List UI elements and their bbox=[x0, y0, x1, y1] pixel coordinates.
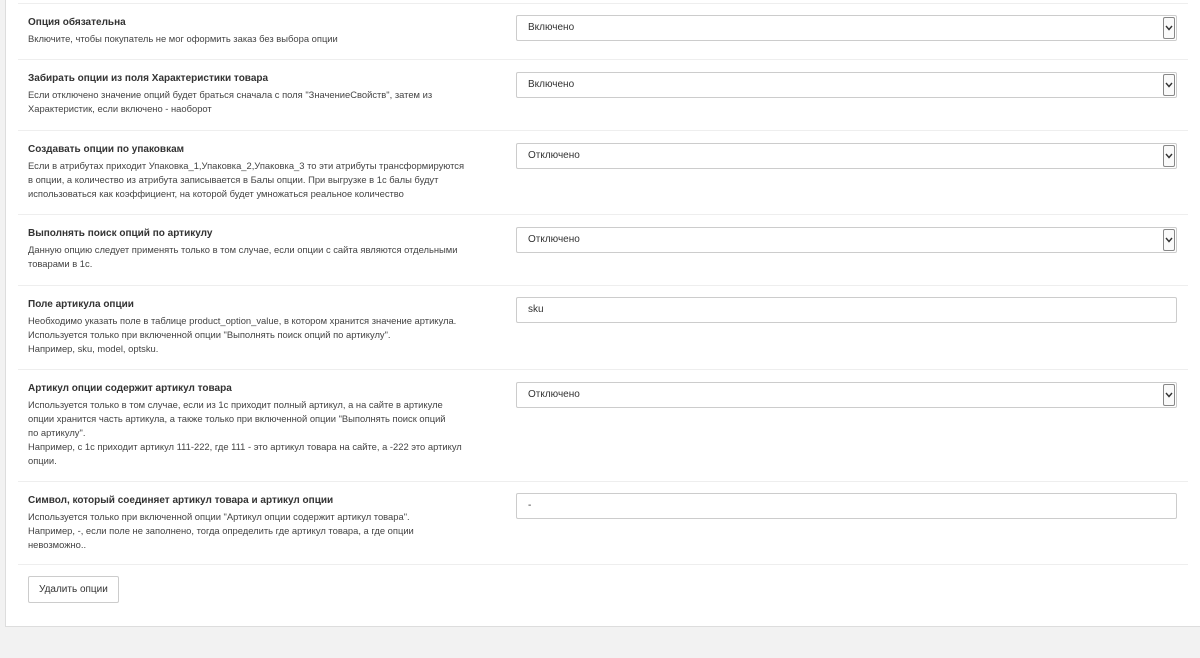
select-value: Включено bbox=[528, 22, 575, 33]
setting-title: Выполнять поиск опций по артикулу bbox=[28, 228, 213, 239]
select-value: Отключено bbox=[528, 234, 580, 245]
setting-label: Создавать опции по упаковкам Если в атри… bbox=[28, 143, 498, 201]
setting-help: Если отключено значение опций будет брат… bbox=[28, 89, 433, 114]
select-value: Отключено bbox=[528, 389, 580, 400]
setting-title: Поле артикула опции bbox=[28, 299, 134, 310]
settings-panel: Опция обязательна Включите, чтобы покупа… bbox=[5, 0, 1200, 627]
chevron-down-icon[interactable] bbox=[1163, 17, 1175, 39]
chevron-down-icon[interactable] bbox=[1163, 384, 1175, 406]
setting-row-sku-separator: Символ, который соединяет артикул товара… bbox=[18, 481, 1188, 565]
select-value: Отключено bbox=[528, 150, 580, 161]
sku-separator-input[interactable]: - bbox=[516, 493, 1177, 519]
setting-label: Артикул опции содержит артикул товара Ис… bbox=[28, 382, 498, 468]
divider bbox=[18, 564, 1188, 565]
setting-label: Опция обязательна Включите, чтобы покупа… bbox=[28, 16, 498, 46]
packaging-options-select[interactable]: Отключено bbox=[516, 143, 1177, 169]
setting-help: Если в атрибутах приходит Упаковка_1,Упа… bbox=[28, 160, 465, 199]
setting-help: Используется только в том случае, если и… bbox=[28, 399, 462, 466]
characteristics-source-select[interactable]: Включено bbox=[516, 72, 1177, 98]
setting-title: Символ, который соединяет артикул товара… bbox=[28, 495, 334, 506]
setting-label: Забирать опции из поля Характеристики то… bbox=[28, 72, 498, 116]
setting-row-sku-field: Поле артикула опции Необходимо указать п… bbox=[18, 285, 1188, 370]
option-required-select[interactable]: Включено bbox=[516, 15, 1177, 41]
setting-title: Забирать опции из поля Характеристики то… bbox=[28, 73, 269, 84]
select-value: Включено bbox=[528, 79, 575, 90]
setting-row-characteristics: Забирать опции из поля Характеристики то… bbox=[18, 59, 1188, 131]
setting-title: Опция обязательна bbox=[28, 17, 126, 28]
setting-row-sku-search: Выполнять поиск опций по артикулу Данную… bbox=[18, 214, 1188, 286]
sku-contains-product-sku-select[interactable]: Отключено bbox=[516, 382, 1177, 408]
setting-title: Создавать опции по упаковкам bbox=[28, 144, 185, 155]
setting-row-packaging: Создавать опции по упаковкам Если в атри… bbox=[18, 130, 1188, 215]
sku-field-input[interactable]: sku bbox=[516, 297, 1177, 323]
chevron-down-icon[interactable] bbox=[1163, 145, 1175, 167]
setting-row-required: Опция обязательна Включите, чтобы покупа… bbox=[18, 3, 1188, 59]
setting-help: Необходимо указать поле в таблице produc… bbox=[28, 315, 457, 354]
setting-row-sku-contains: Артикул опции содержит артикул товара Ис… bbox=[18, 369, 1188, 482]
setting-label: Выполнять поиск опций по артикулу Данную… bbox=[28, 227, 498, 271]
setting-label: Поле артикула опции Необходимо указать п… bbox=[28, 298, 498, 356]
delete-options-button[interactable]: Удалить опции bbox=[28, 576, 119, 603]
setting-label: Символ, который соединяет артикул товара… bbox=[28, 494, 498, 552]
setting-title: Артикул опции содержит артикул товара bbox=[28, 383, 232, 394]
sku-search-select[interactable]: Отключено bbox=[516, 227, 1177, 253]
chevron-down-icon[interactable] bbox=[1163, 229, 1175, 251]
chevron-down-icon[interactable] bbox=[1163, 74, 1175, 96]
setting-help: Используется только при включенной опции… bbox=[28, 511, 414, 550]
setting-help: Включите, чтобы покупатель не мог оформи… bbox=[28, 33, 338, 44]
setting-help: Данную опцию следует применять только в … bbox=[28, 244, 458, 269]
